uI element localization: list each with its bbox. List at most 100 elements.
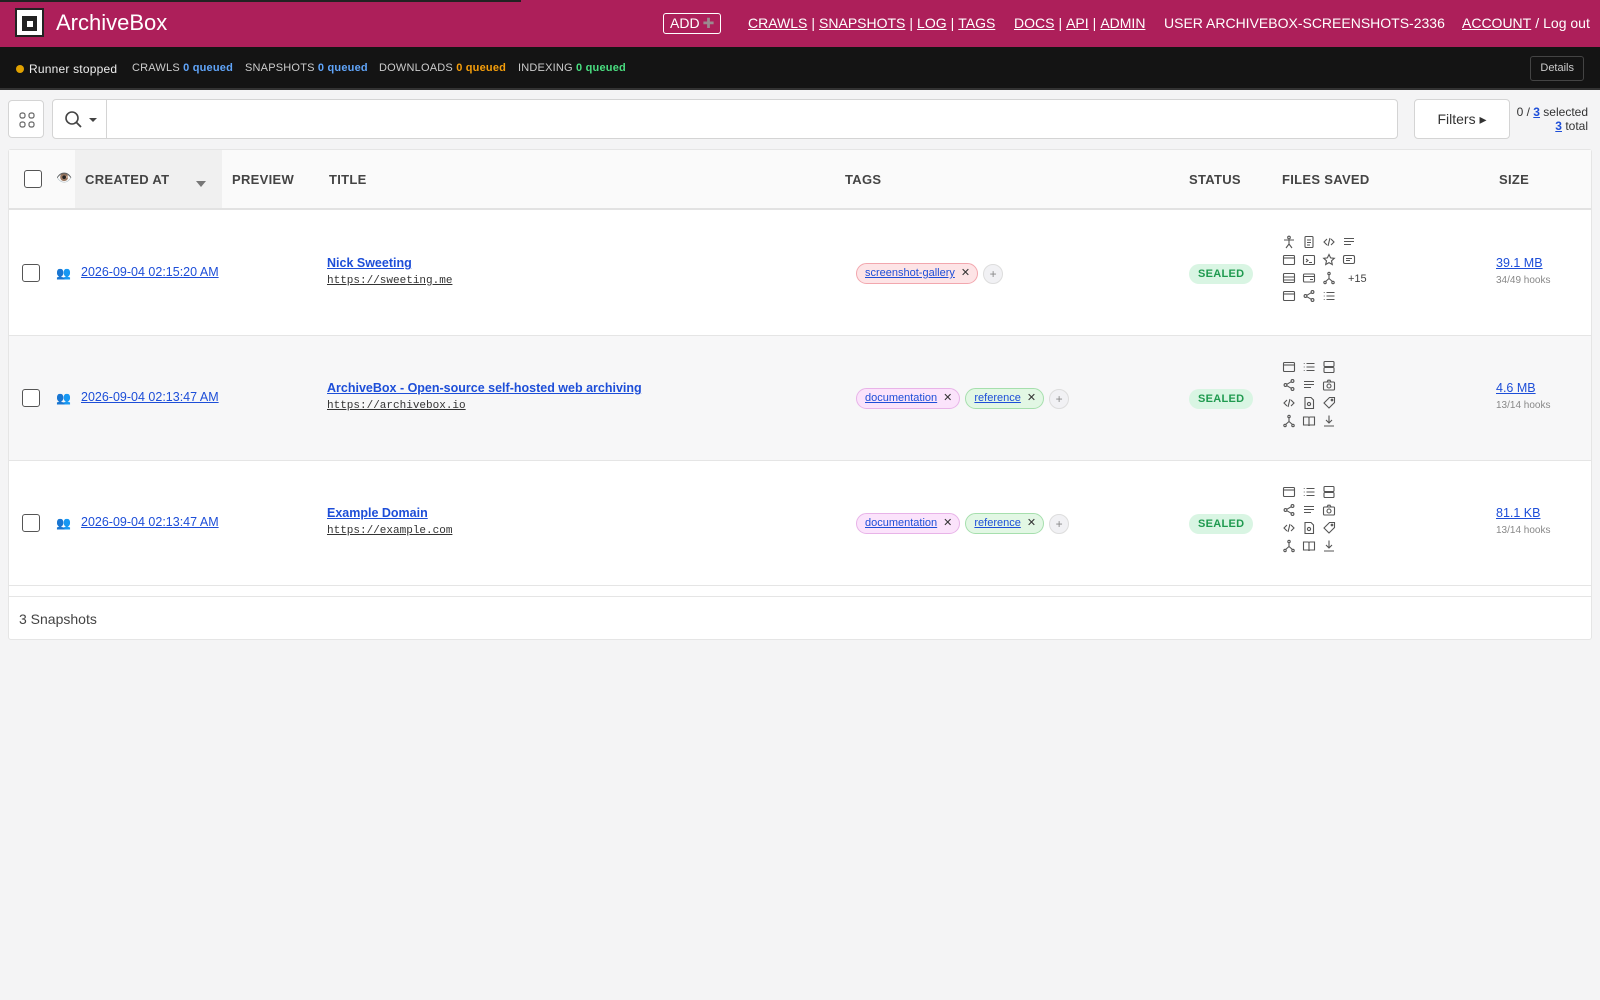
list-icon[interactable] — [1302, 360, 1316, 374]
document-icon[interactable] — [1302, 235, 1316, 249]
col-title[interactable]: TITLE — [329, 172, 367, 187]
share-icon[interactable] — [1282, 503, 1296, 517]
filters-button[interactable]: Filters ▸ — [1414, 99, 1510, 139]
search-mode-dropdown[interactable] — [53, 100, 107, 138]
users-icon: 👥 — [56, 391, 71, 405]
remove-tag-icon[interactable]: ✕ — [943, 392, 952, 404]
text-lines-icon[interactable] — [1302, 378, 1316, 392]
snapshot-title-link[interactable]: Example Domain — [327, 506, 428, 520]
star-icon[interactable] — [1322, 253, 1336, 267]
remove-tag-icon[interactable]: ✕ — [943, 517, 952, 529]
col-status[interactable]: STATUS — [1189, 172, 1241, 187]
remove-tag-icon[interactable]: ✕ — [1027, 517, 1036, 529]
text-lines-icon[interactable] — [1342, 235, 1356, 249]
col-size[interactable]: SIZE — [1499, 172, 1529, 187]
browser-icon[interactable] — [1282, 360, 1296, 374]
files-more-count[interactable]: +15 — [1348, 273, 1367, 285]
brand[interactable]: ArchiveBox — [15, 8, 167, 37]
created-at-link[interactable]: 2026-09-04 02:13:47 AM — [81, 390, 219, 404]
database-icon[interactable] — [1322, 360, 1336, 374]
database-icon[interactable] — [1322, 485, 1336, 499]
nav-snapshots[interactable]: SNAPSHOTS — [819, 15, 905, 31]
browser-icon[interactable] — [1282, 289, 1296, 303]
nav-log[interactable]: LOG — [917, 15, 947, 31]
share-icon[interactable] — [1282, 378, 1296, 392]
sort-desc-icon[interactable] — [196, 181, 206, 187]
size-link[interactable]: 81.1 KB — [1496, 506, 1540, 520]
list-icon[interactable] — [1322, 289, 1336, 303]
row-checkbox[interactable] — [22, 389, 40, 407]
terminal-icon[interactable] — [1302, 253, 1316, 267]
share-icon[interactable] — [1302, 289, 1316, 303]
created-at-link[interactable]: 2026-09-04 02:13:47 AM — [81, 515, 219, 529]
status-badge: SEALED — [1189, 264, 1254, 284]
tag-link[interactable]: reference — [974, 517, 1020, 529]
size-link[interactable]: 4.6 MB — [1496, 381, 1536, 395]
nav-tags[interactable]: TAGS — [958, 15, 995, 31]
code-icon[interactable] — [1282, 396, 1296, 410]
created-at-link[interactable]: 2026-09-04 02:15:20 AM — [81, 265, 219, 279]
nav-api[interactable]: API — [1066, 15, 1089, 31]
total-count-link[interactable]: 3 — [1555, 119, 1562, 133]
snapshot-url-link[interactable]: https://sweeting.me — [327, 275, 452, 287]
add-tag-button[interactable]: + — [983, 263, 1004, 284]
add-tag-button[interactable]: + — [1049, 513, 1070, 534]
code-icon[interactable] — [1282, 521, 1296, 535]
search-input[interactable] — [109, 101, 1389, 137]
size-link[interactable]: 39.1 MB — [1496, 256, 1543, 270]
tag-icon[interactable] — [1322, 521, 1336, 535]
selected-count-link[interactable]: 3 — [1533, 105, 1540, 119]
col-created-at[interactable]: CREATED AT — [85, 172, 169, 187]
code-icon[interactable] — [1322, 235, 1336, 249]
table-row[interactable]: 👥 2026-09-04 02:15:20 AM Nick Sweeting h… — [9, 211, 1591, 336]
details-button[interactable]: Details — [1530, 56, 1584, 81]
table-row[interactable]: 👥 2026-09-04 02:13:47 AM ArchiveBox - Op… — [9, 336, 1591, 461]
row-checkbox[interactable] — [22, 264, 40, 282]
card-icon[interactable] — [1302, 271, 1316, 285]
pdf-icon[interactable] — [1302, 396, 1316, 410]
download-icon[interactable] — [1322, 414, 1336, 428]
git-icon[interactable] — [1282, 414, 1296, 428]
comment-icon[interactable] — [1342, 253, 1356, 267]
tag-link[interactable]: documentation — [865, 517, 937, 529]
download-icon[interactable] — [1322, 539, 1336, 553]
camera-icon[interactable] — [1322, 378, 1336, 392]
nav-logout[interactable]: Log out — [1543, 15, 1590, 31]
git-icon[interactable] — [1322, 271, 1336, 285]
layout-toggle-button[interactable] — [8, 100, 44, 138]
col-preview[interactable]: PREVIEW — [232, 172, 294, 187]
remove-tag-icon[interactable]: ✕ — [961, 267, 970, 279]
table-row[interactable]: 👥 2026-09-04 02:13:47 AM Example Domain … — [9, 461, 1591, 586]
col-files-saved[interactable]: FILES SAVED — [1282, 172, 1370, 187]
nav-account[interactable]: ACCOUNT — [1462, 15, 1531, 31]
git-icon[interactable] — [1282, 539, 1296, 553]
snapshot-url-link[interactable]: https://archivebox.io — [327, 400, 466, 412]
select-all-checkbox[interactable] — [24, 170, 42, 188]
browser-icon[interactable] — [1282, 485, 1296, 499]
tag-icon[interactable] — [1322, 396, 1336, 410]
pdf-icon[interactable] — [1302, 521, 1316, 535]
list-icon[interactable] — [1302, 485, 1316, 499]
nav-admin[interactable]: ADMIN — [1100, 15, 1145, 31]
nav-docs[interactable]: DOCS — [1014, 15, 1054, 31]
tag-link[interactable]: documentation — [865, 392, 937, 404]
nav-crawls[interactable]: CRAWLS — [748, 15, 807, 31]
eye-icon[interactable]: 👁️ — [56, 170, 72, 186]
browser-icon[interactable] — [1282, 253, 1296, 267]
tag-link[interactable]: screenshot-gallery — [865, 267, 955, 279]
add-button[interactable]: ADD ✚ — [663, 13, 722, 34]
book-icon[interactable] — [1302, 539, 1316, 553]
text-lines-icon[interactable] — [1302, 503, 1316, 517]
row-checkbox[interactable] — [22, 514, 40, 532]
snapshot-url-link[interactable]: https://example.com — [327, 525, 452, 537]
camera-icon[interactable] — [1322, 503, 1336, 517]
archive-box-icon[interactable] — [1282, 271, 1296, 285]
snapshot-title-link[interactable]: Nick Sweeting — [327, 256, 412, 270]
snapshot-title-link[interactable]: ArchiveBox - Open-source self-hosted web… — [327, 381, 642, 395]
remove-tag-icon[interactable]: ✕ — [1027, 392, 1036, 404]
book-icon[interactable] — [1302, 414, 1316, 428]
col-tags[interactable]: TAGS — [845, 172, 881, 187]
tag-link[interactable]: reference — [974, 392, 1020, 404]
accessibility-icon[interactable] — [1282, 235, 1296, 249]
add-tag-button[interactable]: + — [1049, 388, 1070, 409]
